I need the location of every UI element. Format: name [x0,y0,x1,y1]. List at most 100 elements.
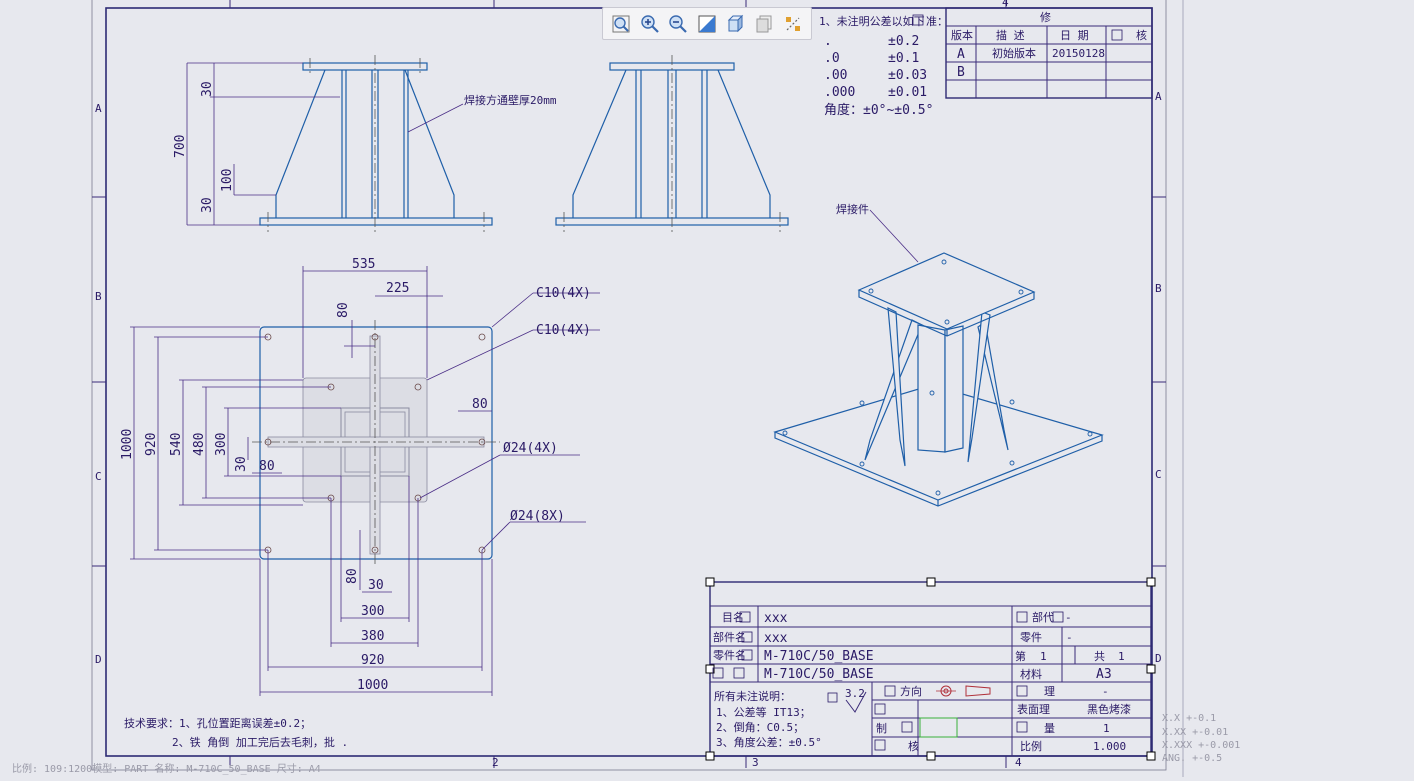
zone-label-C: C [95,470,102,483]
3d-view-icon [727,14,743,32]
note-angle: 角度：±0°~±0.5° [824,102,933,118]
front-dim-100: 100 [220,169,235,192]
title-block[interactable]: 目名 xxx 部件名 xxx 零件名 M-710C/50_BASE M-710C… [705,577,1156,761]
zone-ticks [92,0,1166,768]
tb-total-label: 共 [1094,650,1105,663]
tolerance-notes: 1、未注明公差以如下 准： . ±0.2 .0 ±0.1 .00 ±0.03 .… [819,14,948,118]
zone-label-A: A [95,102,102,115]
view-toolbar[interactable] [602,7,812,40]
tb-part-label: 零件名 [713,648,746,662]
rev-b-ver: B [957,65,965,80]
tb-total-num: 1 [1118,650,1125,663]
ghost-tolerance-table: X.X +-0.1 X.XX +-0.01 X.XXX +-0.001 ANG.… [1162,713,1240,764]
zoom-in-icon [641,14,659,33]
tb-material-label: 材料 [1020,667,1042,681]
zoom-out-button[interactable] [667,13,689,35]
rev-a-ver: A [957,47,965,62]
plan-dim-380-h: 380 [361,629,384,644]
plan-dim-300-v: 300 [214,433,229,456]
rev-h-desc: 描 述 [996,28,1025,42]
rev-h-date: 日 期 [1060,29,1089,42]
plan-dim-30-v: 30 [234,456,249,472]
note-key-3: .000 [824,85,855,100]
shaded-view-icon [698,15,716,32]
rev-h-ver: 版本 [951,28,973,42]
plan-dim-480-v: 480 [192,433,207,456]
tb-surface-label: 表面理 [1017,702,1050,716]
zone-label-bottom-2: 2 [492,756,499,769]
zone-label-D: D [95,653,102,666]
zone-label-bottom-3: 3 [752,756,759,769]
tb-scale-value: 1.000 [1093,740,1126,753]
front-dim-30-bottom: 30 [200,197,215,213]
zone-label-C-right: C [1155,468,1162,481]
tb-check-label: 核 [908,739,919,753]
zone-label-B: B [95,290,102,303]
tb-project-value: xxx [764,611,788,626]
tb-surface-value: 黑色烤漆 [1087,702,1131,716]
note-key-1: .0 [824,51,840,66]
front-view[interactable]: 30 700 100 30 焊接方通壁厚20mm [173,55,557,235]
plan-dim-225: 225 [386,281,409,296]
callout-c10-b: C10(4X) [536,323,591,338]
iso-weld-label: 焊接件 [836,202,869,216]
tb-treat-value: - [1102,685,1109,698]
note-key-2: .00 [824,68,847,83]
zoom-to-fit-icon [612,15,630,32]
tb-component-label: 部件名 [713,630,746,644]
note-val-3: ±0.01 [888,85,927,100]
note-line1b: 准： [926,15,948,28]
note-val-2: ±0.03 [888,68,927,83]
ghost-tol-1: X.XX +-0.01 [1162,727,1228,738]
note-line1: 1、未注明公差以如下 [819,14,925,28]
tb-part-value: M-710C/50_BASE [764,649,874,664]
tb-gen-note-2: 2、倒角：C0.5； [716,721,804,734]
zoom-to-fit-button[interactable] [610,13,632,35]
zone-label-A-right: A [1155,90,1162,103]
revision-table[interactable]: 修 版本 描 述 日 期 核 A 初始版本 20150128 B [945,7,1153,99]
status-bar: 比例: 109:1200模型: PART 名称: M-710C_50_BASE … [12,762,321,775]
explode-view-button[interactable] [782,13,804,35]
ghost-tol-3: ANG. +-0.5 [1162,753,1222,764]
tb-drawing-value: M-710C/50_BASE [764,667,874,682]
tb-weight-value: 1 [1103,722,1110,735]
note-val-0: ±0.2 [888,34,919,49]
tb-dept-value: - [1065,611,1072,624]
weld-note: 焊接方通壁厚20mm [464,93,557,107]
plan-dim-535: 535 [352,257,375,272]
note-key-0: . [824,34,832,49]
plan-dim-80-right: 80 [472,397,488,412]
copy-view-icon [756,15,772,32]
tb-view-label: 方向 [900,684,922,698]
rev-title: 修 [1040,10,1051,24]
plan-dim-80-top: 80 [336,302,351,318]
outer-border [91,0,1167,771]
isometric-view[interactable]: 焊接件 [773,202,1104,507]
plan-dim-30-h: 30 [368,578,384,593]
plan-dim-300-h: 300 [361,604,384,619]
plan-dim-920-h: 920 [361,653,384,668]
tb-gen-note-1: 1、公差等 IT13； [716,705,811,719]
copy-view-button[interactable] [753,13,775,35]
tb-component-value: xxx [764,631,788,646]
zoom-out-icon [669,14,688,33]
3d-view-button[interactable] [725,13,747,35]
drawing-sheet: 2 3 4 4 A B C D A B C D 30 700 100 30 焊接… [0,0,1414,777]
zoom-in-button[interactable] [639,13,661,35]
ghost-tol-0: X.X +-0.1 [1162,713,1216,724]
explode-icon [785,16,800,31]
rev-h-check: 核 [1136,28,1147,42]
rev-a-desc: 初始版本 [992,46,1036,60]
zone-label-bottom-4: 4 [1015,756,1022,769]
plan-dim-1000-h: 1000 [357,678,388,693]
tb-dept-label: 部代 [1032,610,1054,624]
front-dim-700: 700 [173,135,188,158]
tb-weight-label: 量 [1044,722,1055,735]
shaded-view-button[interactable] [696,13,718,35]
zone-label-D-right: D [1155,652,1162,665]
plan-view[interactable]: 535 225 80 80 1000 920 540 480 300 30 80… [120,257,600,696]
tb-material-value: A3 [1096,667,1112,682]
side-view[interactable] [555,55,789,235]
zone-label-B-right: B [1155,282,1162,295]
rev-a-date: 20150128 [1052,47,1105,60]
